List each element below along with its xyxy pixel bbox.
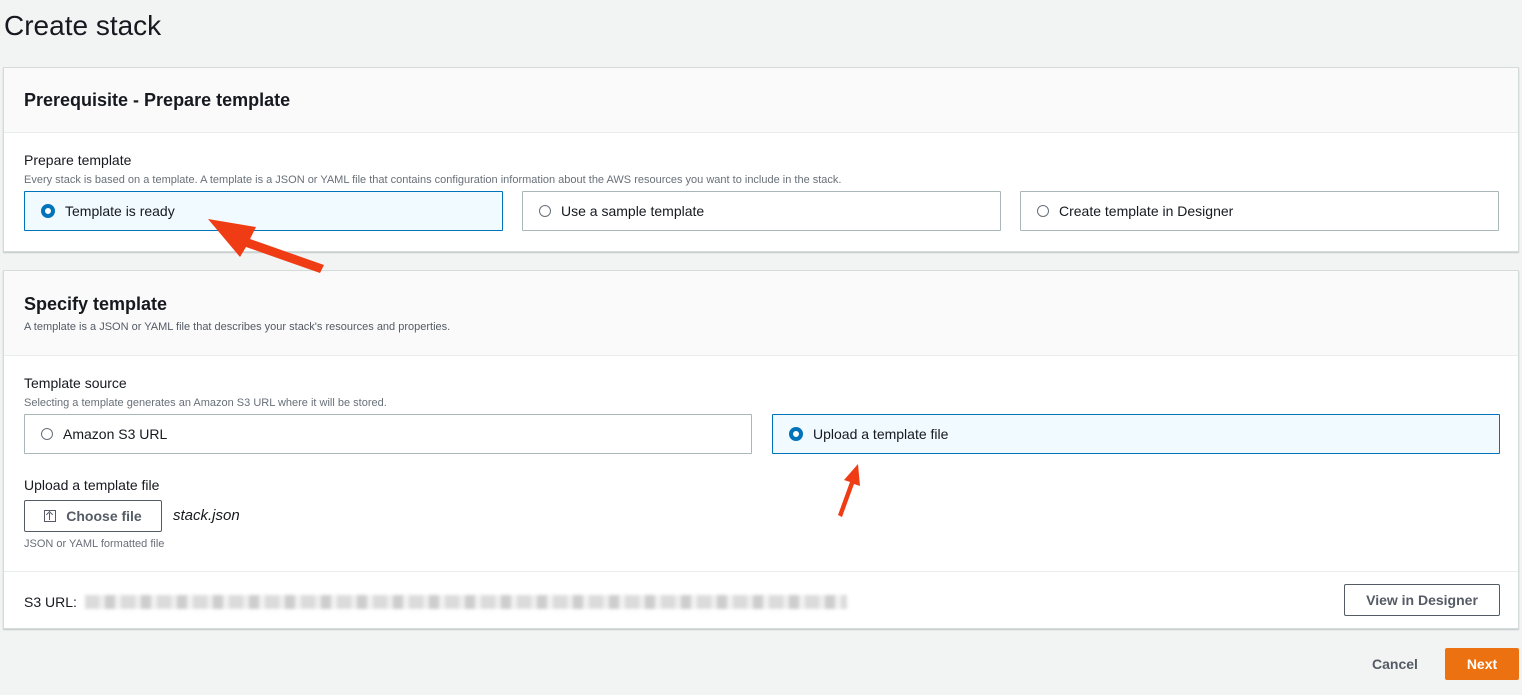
next-label: Next [1466, 656, 1498, 672]
specify-title: Specify template [24, 294, 168, 314]
template-source-desc: Selecting a template generates an Amazon… [24, 397, 387, 409]
specify-desc: A template is a JSON or YAML file that d… [24, 321, 451, 333]
option-label: Create template in Designer [1059, 203, 1234, 219]
prerequisite-panel: Prerequisite - Prepare template Prepare … [3, 67, 1519, 252]
upload-icon [44, 510, 57, 522]
option-label: Amazon S3 URL [63, 426, 168, 442]
s3-url-value-redacted [85, 595, 847, 609]
radio-icon [41, 428, 53, 440]
option-label: Template is ready [65, 203, 175, 219]
choose-file-button[interactable]: Choose file [24, 500, 162, 532]
view-in-designer-button[interactable]: View in Designer [1344, 584, 1500, 616]
option-label: Use a sample template [561, 203, 705, 219]
option-sample-template[interactable]: Use a sample template [522, 191, 1001, 231]
radio-selected-icon [789, 427, 803, 441]
upload-file-label: Upload a template file [24, 477, 160, 493]
selected-file-name: stack.json [173, 507, 240, 524]
choose-file-label: Choose file [66, 508, 142, 524]
radio-selected-icon [41, 204, 55, 218]
option-template-ready[interactable]: Template is ready [24, 191, 503, 231]
prerequisite-title: Prerequisite - Prepare template [24, 90, 291, 110]
option-label: Upload a template file [813, 426, 949, 442]
prepare-template-desc: Every stack is based on a template. A te… [24, 174, 842, 186]
page-title: Create stack [4, 10, 162, 41]
s3-url-divider [4, 571, 1518, 572]
upload-hint: JSON or YAML formatted file [24, 538, 165, 550]
option-create-in-designer[interactable]: Create template in Designer [1020, 191, 1499, 231]
next-button[interactable]: Next [1445, 648, 1519, 680]
prerequisite-header: Prerequisite - Prepare template [4, 68, 1518, 133]
s3-url-label: S3 URL: [24, 594, 77, 610]
radio-icon [1037, 205, 1049, 217]
specify-header: Specify template A template is a JSON or… [4, 271, 1518, 356]
prepare-template-label: Prepare template [24, 152, 132, 168]
cancel-button[interactable]: Cancel [1372, 656, 1418, 672]
specify-template-panel: Specify template A template is a JSON or… [3, 270, 1519, 629]
radio-icon [539, 205, 551, 217]
view-in-designer-label: View in Designer [1366, 592, 1478, 608]
template-source-label: Template source [24, 375, 127, 391]
option-s3-url[interactable]: Amazon S3 URL [24, 414, 752, 454]
option-upload-file[interactable]: Upload a template file [772, 414, 1500, 454]
